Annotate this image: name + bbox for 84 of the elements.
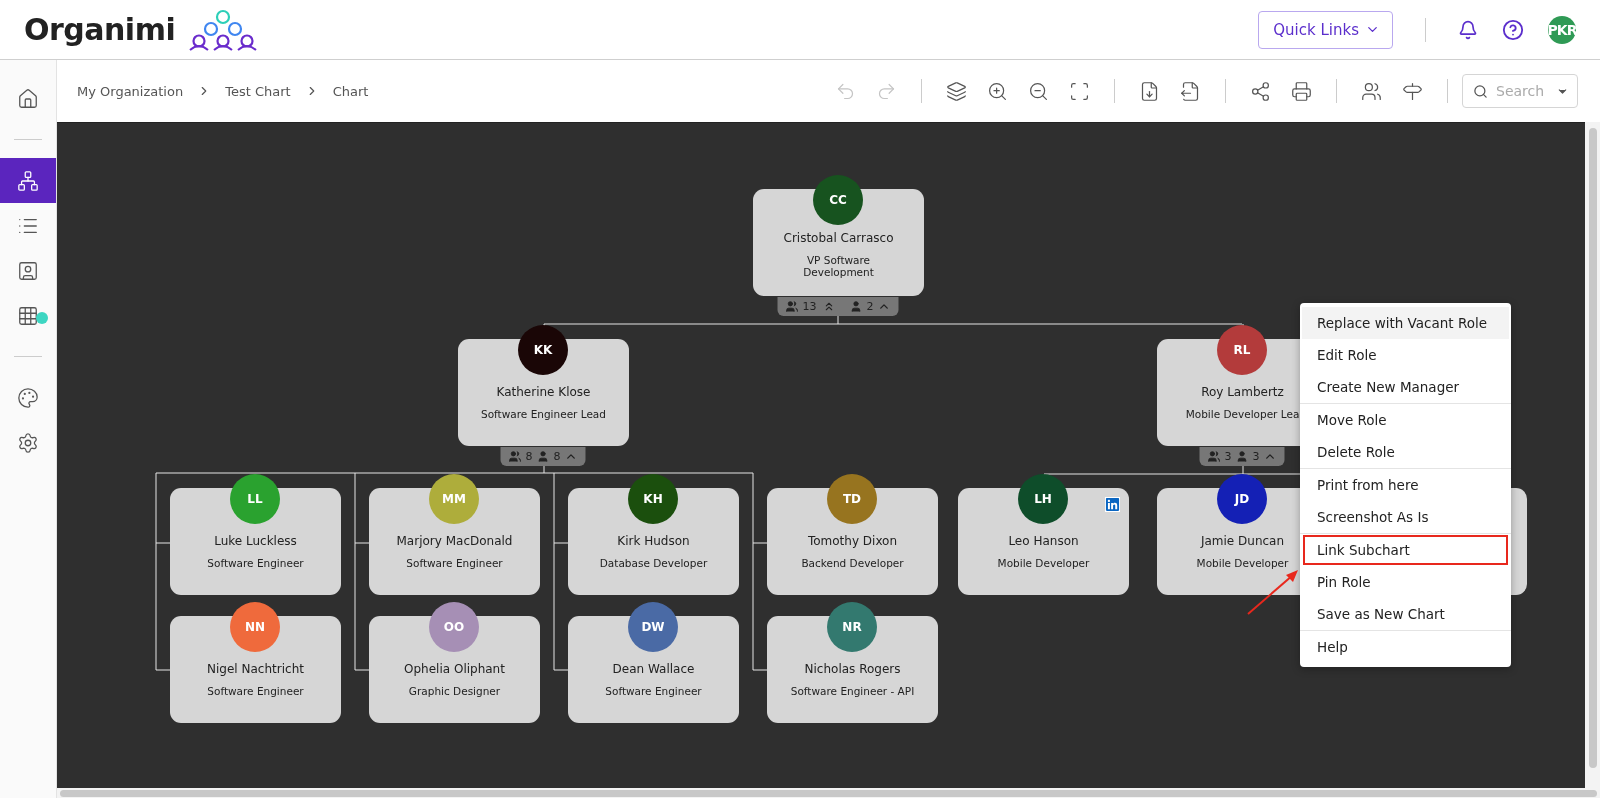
- menu-item[interactable]: Replace with Vacant Role: [1302, 307, 1509, 339]
- user-avatar[interactable]: PKR: [1548, 15, 1576, 44]
- person-icon: [536, 450, 550, 463]
- annotation-arrow: [1247, 570, 1298, 615]
- person-name: Marjory MacDonald: [396, 534, 513, 548]
- zoom-in-icon[interactable]: [987, 80, 1008, 102]
- direct-count: 2: [866, 300, 874, 313]
- person-name: Nicholas Rogers: [804, 662, 901, 676]
- person-name: Kirk Hudson: [617, 534, 690, 548]
- breadcrumb-link[interactable]: Test Chart: [225, 83, 291, 99]
- logo-wordmark: Organimi: [24, 12, 176, 47]
- help-icon[interactable]: [1502, 18, 1524, 41]
- org-chart-icon: [17, 169, 39, 192]
- avatar-initials: DW: [628, 602, 678, 652]
- role-title: Software Engineer: [207, 685, 304, 697]
- home-icon: [17, 87, 39, 110]
- avatar-initials: CC: [813, 175, 863, 225]
- person-name: Luke Luckless: [214, 534, 297, 548]
- contact-card-icon: [17, 259, 39, 282]
- role-title: Software Engineer Lead: [481, 408, 606, 420]
- avatar-initials: TD: [827, 474, 877, 524]
- direct-count: 3: [1252, 450, 1260, 463]
- direct-count: 8: [553, 450, 561, 463]
- team-icon: [785, 300, 799, 313]
- logo-people-icon: [189, 8, 258, 51]
- person-name: Jamie Duncan: [1200, 534, 1285, 548]
- person-icon: [1235, 450, 1249, 463]
- people-icon[interactable]: [1361, 80, 1382, 102]
- avatar-initials: NR: [827, 602, 877, 652]
- team-icon: [508, 450, 522, 463]
- linkedin-icon[interactable]: [1105, 497, 1120, 512]
- person-icon: [849, 300, 863, 313]
- role-title: Software Engineer: [605, 685, 702, 697]
- person-name: Nigel Nachtricht: [207, 662, 304, 676]
- role-title: Software Engineer: [406, 557, 503, 569]
- avatar-initials: LH: [1018, 474, 1068, 524]
- breadcrumb-link[interactable]: My Organization: [77, 83, 184, 99]
- zoom-out-icon[interactable]: [1028, 80, 1049, 102]
- person-name: Leo Hanson: [1008, 534, 1079, 548]
- file-export-icon[interactable]: [1180, 80, 1201, 102]
- role-title: Mobile Developer: [1196, 557, 1289, 569]
- search-field[interactable]: Search: [1462, 74, 1578, 108]
- person-name: Roy Lambertz: [1201, 385, 1284, 399]
- role-title: Mobile Developer Lea: [1185, 408, 1300, 420]
- search-icon: [1473, 83, 1488, 99]
- quick-links-button[interactable]: Quick Links: [1258, 10, 1393, 49]
- breadcrumb-link[interactable]: Chart: [332, 83, 369, 99]
- role-title: Software Engineer: [207, 557, 304, 569]
- avatar-initials: KH: [628, 474, 678, 524]
- horizontal-scrollbar[interactable]: [57, 788, 1600, 798]
- role-title: Graphic Designer: [408, 685, 501, 697]
- role-title: Mobile Developer: [997, 557, 1090, 569]
- layers-icon[interactable]: [946, 80, 967, 102]
- team-count: 8: [525, 450, 533, 463]
- person-name: Tomothy Dixon: [807, 534, 898, 548]
- role-title: VP Software Development: [802, 254, 875, 279]
- avatar-initials: OO: [429, 602, 479, 652]
- signpost-icon[interactable]: [1402, 80, 1423, 102]
- settings-icon: [17, 431, 39, 454]
- role-title: Software Engineer - API: [790, 685, 915, 697]
- avatar-initials: LL: [230, 474, 280, 524]
- avatar-initials: MM: [429, 474, 479, 524]
- avatar-initials: NN: [230, 602, 280, 652]
- table-grid-icon: [17, 304, 39, 327]
- avatar-initials: KK: [518, 325, 568, 375]
- share-icon[interactable]: [1250, 80, 1271, 102]
- team-count: 3: [1224, 450, 1232, 463]
- file-download-icon[interactable]: [1139, 80, 1160, 102]
- menu-item[interactable]: Link Subchart: [1302, 534, 1509, 566]
- avatar-initials: RL: [1217, 325, 1267, 375]
- person-name: Dean Wallace: [612, 662, 695, 676]
- person-name: Ophelia Oliphant: [404, 662, 505, 676]
- team-count: 13: [802, 300, 817, 313]
- person-name: Katherine Klose: [496, 385, 591, 399]
- print-icon[interactable]: [1291, 80, 1312, 102]
- sidebar-item[interactable]: [0, 158, 56, 203]
- team-icon: [1207, 450, 1221, 463]
- notification-bell-icon[interactable]: [1458, 19, 1478, 40]
- person-name: Cristobal Carrasco: [783, 231, 894, 245]
- fullscreen-icon[interactable]: [1069, 80, 1090, 102]
- palette-icon: [17, 386, 39, 409]
- role-title: Backend Developer: [801, 557, 904, 569]
- vertical-scrollbar[interactable]: [1585, 122, 1600, 788]
- role-title: Database Developer: [599, 557, 708, 569]
